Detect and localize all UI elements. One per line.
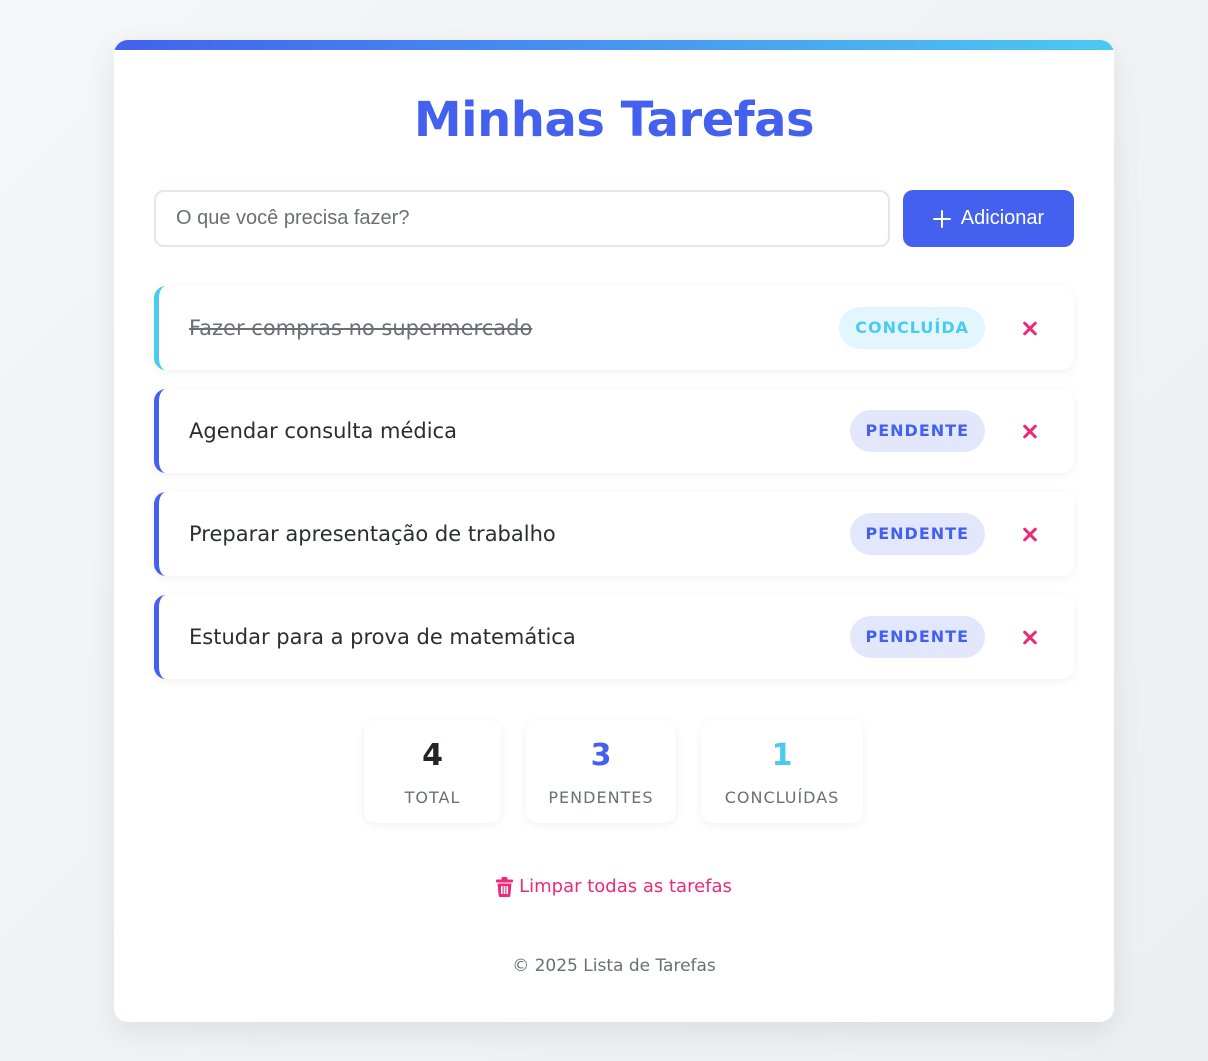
delete-task-button[interactable]: [1018, 316, 1042, 340]
add-button-label: Adicionar: [960, 207, 1045, 229]
stat-total-value: 4: [422, 738, 443, 773]
add-task-button[interactable]: Adicionar: [903, 190, 1074, 247]
delete-task-button[interactable]: [1018, 625, 1042, 649]
stat-completed: 1 CONCLUÍDAS: [701, 720, 863, 823]
delete-task-button[interactable]: [1018, 522, 1042, 546]
task-text[interactable]: Agendar consulta médica: [189, 389, 457, 473]
todo-card: Minhas Tarefas Adicionar Fazer compras n…: [114, 40, 1114, 1022]
task-list: Fazer compras no supermercado CONCLUÍDA …: [154, 286, 1074, 698]
status-badge: PENDENTE: [849, 616, 985, 658]
clear-all-label: Limpar todas as tarefas: [519, 876, 732, 897]
status-badge: PENDENTE: [849, 513, 985, 555]
stats-panel: 4 TOTAL 3 PENDENTES 1 CONCLUÍDAS: [114, 720, 1114, 823]
plus-icon: [932, 209, 951, 228]
clear-all-button[interactable]: Limpar todas as tarefas: [114, 876, 1114, 897]
task-text[interactable]: Preparar apresentação de trabalho: [189, 492, 556, 576]
task-item[interactable]: Agendar consulta médica PENDENTE: [154, 389, 1074, 473]
stat-completed-value: 1: [771, 738, 793, 773]
card-accent-bar: [114, 40, 1114, 50]
task-item[interactable]: Preparar apresentação de trabalho PENDEN…: [154, 492, 1074, 576]
trash-icon: [496, 876, 514, 897]
stat-pending-value: 3: [590, 738, 612, 773]
status-badge: PENDENTE: [849, 410, 985, 452]
task-text[interactable]: Estudar para a prova de matemática: [189, 595, 576, 679]
task-text[interactable]: Fazer compras no supermercado: [189, 286, 532, 370]
stat-pending-label: PENDENTES: [548, 788, 654, 807]
task-input[interactable]: [154, 190, 890, 247]
status-badge: CONCLUÍDA: [839, 307, 985, 349]
stat-completed-label: CONCLUÍDAS: [724, 788, 840, 807]
task-item[interactable]: Estudar para a prova de matemática PENDE…: [154, 595, 1074, 679]
add-task-form: Adicionar: [154, 190, 1074, 247]
footer-text: © 2025 Lista de Tarefas: [512, 956, 716, 976]
delete-task-button[interactable]: [1018, 419, 1042, 443]
task-item[interactable]: Fazer compras no supermercado CONCLUÍDA: [154, 286, 1074, 370]
stat-total-label: TOTAL: [404, 788, 461, 807]
stat-total: 4 TOTAL: [364, 720, 501, 823]
page-title: Minhas Tarefas: [413, 92, 815, 148]
stat-pending: 3 PENDENTES: [526, 720, 676, 823]
